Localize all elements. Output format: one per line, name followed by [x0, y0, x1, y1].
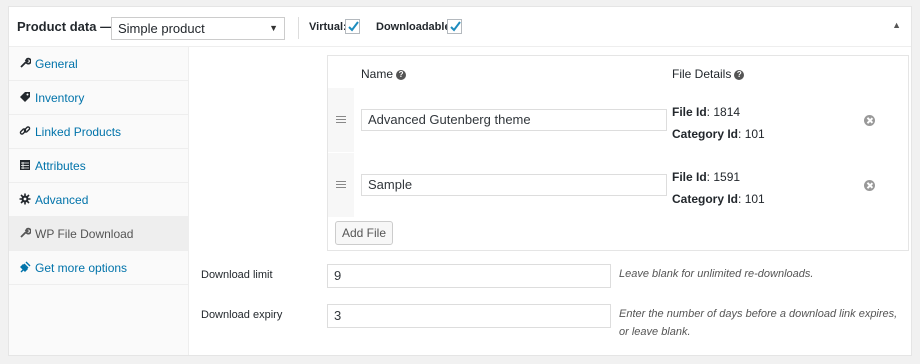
tab-label: Linked Products — [35, 125, 122, 139]
file-name-input[interactable]: Advanced Gutenberg theme — [361, 109, 667, 131]
product-type-select[interactable]: Simple product ▼ — [111, 17, 285, 40]
virtual-checkbox[interactable] — [345, 19, 360, 34]
tab-attributes[interactable]: Attributes — [9, 149, 188, 183]
tab-label: Get more options — [35, 261, 128, 275]
table-row: Sample File Id: 1591 Category Id: 101 — [328, 153, 908, 217]
drag-handle-icon[interactable] — [328, 88, 354, 152]
tab-linked-products[interactable]: Linked Products — [9, 115, 188, 149]
checkmark-icon — [348, 21, 359, 32]
download-limit-input[interactable]: 9 — [327, 264, 611, 288]
product-type-value: Simple product — [118, 21, 205, 36]
download-limit-label: Download limit — [201, 269, 273, 281]
tab-get-more-options[interactable]: Get more options — [9, 251, 188, 285]
collapse-toggle-icon[interactable]: ▲ — [892, 20, 901, 30]
download-expiry-hint: Enter the number of days before a downlo… — [619, 308, 898, 338]
download-expiry-label: Download expiry — [201, 309, 283, 321]
tag-icon — [20, 92, 30, 102]
plugin-icon — [20, 261, 31, 273]
wrench-icon — [20, 57, 31, 68]
checkmark-icon — [450, 21, 461, 32]
tab-general[interactable]: General — [9, 47, 188, 81]
tab-label: WP File Download — [35, 227, 134, 241]
wrench-icon — [20, 227, 31, 238]
tab-label: Advanced — [35, 193, 89, 207]
file-id-text: File Id: 1591 — [672, 170, 741, 184]
name-column-header: Name? — [361, 67, 407, 81]
table-icon — [20, 160, 30, 170]
remove-file-icon[interactable] — [864, 180, 875, 191]
header-divider — [298, 17, 299, 39]
tab-label: Inventory — [35, 91, 85, 105]
downloadable-checkbox[interactable] — [447, 19, 462, 34]
category-id-text: Category Id: 101 — [672, 192, 765, 206]
panel-title: Product data — — [17, 19, 114, 34]
tab-inventory[interactable]: Inventory — [9, 81, 188, 115]
tab-label: General — [35, 57, 78, 71]
virtual-label: Virtual: — [309, 21, 347, 33]
product-data-tabs: General Inventory Linked Products Attrib… — [9, 47, 189, 355]
panel-header: Product data — Simple product ▼ Virtual:… — [9, 7, 911, 47]
category-id-text: Category Id: 101 — [672, 127, 765, 141]
downloadable-label: Downloadable: — [376, 21, 455, 33]
product-data-panel: Product data — Simple product ▼ Virtual:… — [8, 6, 912, 356]
drag-handle-icon[interactable] — [328, 153, 354, 217]
help-icon[interactable]: ? — [396, 69, 407, 80]
download-expiry-input[interactable]: 3 — [327, 304, 611, 328]
remove-file-icon[interactable] — [864, 115, 875, 126]
tab-label: Attributes — [35, 159, 86, 173]
download-limit-hint: Leave blank for unlimited re-downloads. — [619, 268, 814, 280]
gear-icon — [19, 193, 31, 205]
file-details-column-header: File Details? — [672, 67, 745, 81]
tab-advanced[interactable]: Advanced — [9, 183, 188, 217]
dropdown-arrow-icon: ▼ — [269, 23, 278, 33]
link-icon — [19, 126, 31, 135]
file-name-input[interactable]: Sample — [361, 174, 667, 196]
file-id-text: File Id: 1814 — [672, 105, 741, 119]
add-file-button[interactable]: Add File — [335, 221, 393, 245]
table-row: Advanced Gutenberg theme File Id: 1814 C… — [328, 88, 908, 152]
help-icon[interactable]: ? — [734, 69, 745, 80]
downloadable-files-table: Name? File Details? Advanced Gutenberg t… — [327, 55, 909, 251]
tab-wp-file-download[interactable]: WP File Download — [9, 217, 188, 251]
